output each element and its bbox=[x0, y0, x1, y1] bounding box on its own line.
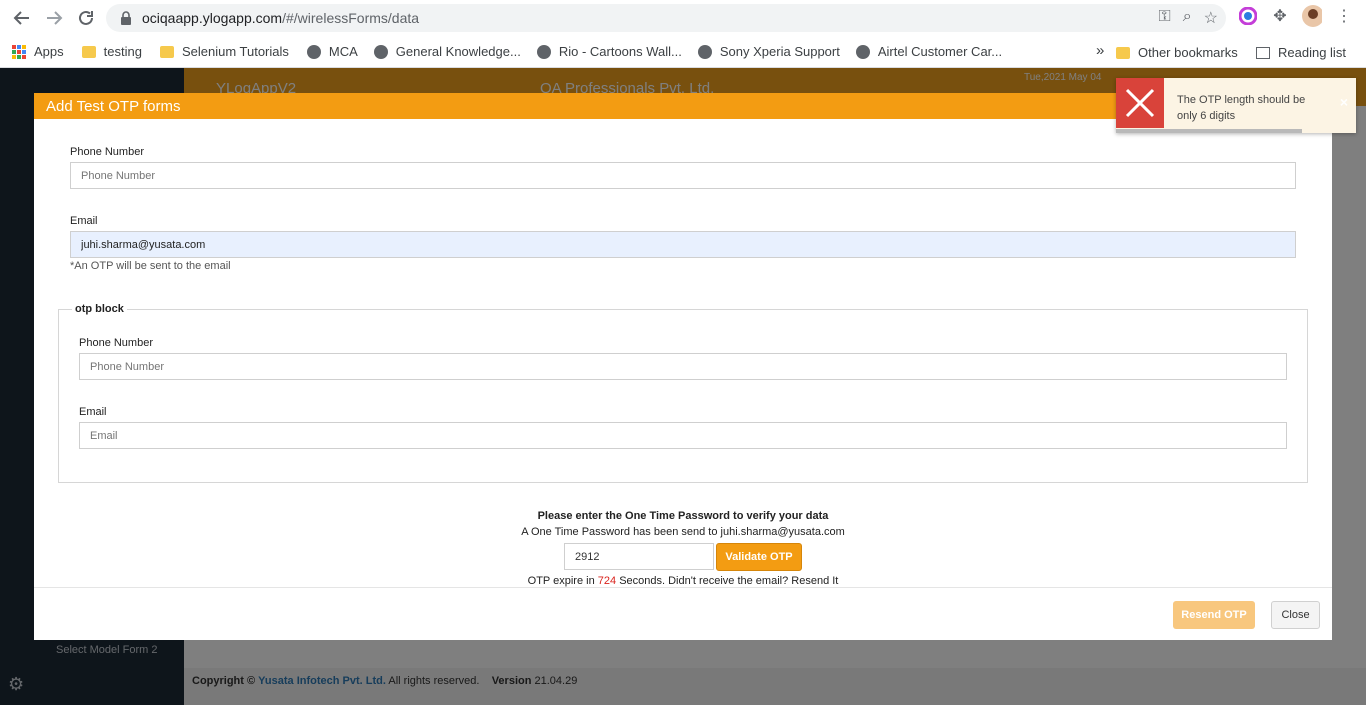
add-test-otp-modal: Add Test OTP forms Phone Number Email *A… bbox=[34, 93, 1332, 640]
more-bookmarks-icon[interactable]: » bbox=[1096, 42, 1104, 59]
globe-icon bbox=[536, 44, 551, 59]
reading-list[interactable]: Reading list bbox=[1256, 45, 1346, 60]
otp-expire-text: OTP expire in 724 Seconds. Didn't receiv… bbox=[34, 575, 1332, 587]
expire-suffix: Seconds. Didn't receive the email? Resen… bbox=[619, 575, 839, 587]
other-bookmarks-label: Other bookmarks bbox=[1138, 45, 1238, 60]
globe-icon bbox=[373, 44, 388, 59]
profile-avatar[interactable] bbox=[1302, 5, 1322, 27]
bookmark-general-knowledge[interactable]: General Knowledge... bbox=[373, 44, 521, 59]
email-note: *An OTP will be sent to the email bbox=[70, 260, 231, 272]
folder-icon bbox=[159, 45, 174, 58]
url-path: /#/wirelessForms/data bbox=[282, 10, 420, 26]
otp-block-legend: otp block bbox=[72, 303, 127, 315]
globe-icon bbox=[855, 44, 870, 59]
lock-icon bbox=[120, 11, 132, 25]
phone-number-input[interactable] bbox=[70, 162, 1296, 189]
otp-block-fieldset bbox=[58, 309, 1308, 483]
expire-prefix: OTP expire in bbox=[527, 575, 595, 587]
browser-toolbar: ociqaapp.ylogapp.com/#/wirelessForms/dat… bbox=[0, 0, 1366, 36]
zoom-icon[interactable]: ⌕ bbox=[1183, 8, 1192, 28]
verify-heading: Please enter the One Time Password to ve… bbox=[537, 510, 829, 522]
toast-progress-bar bbox=[1116, 129, 1302, 133]
bookmark-label: Airtel Customer Car... bbox=[877, 44, 1003, 59]
resend-otp-button[interactable]: Resend OTP bbox=[1173, 601, 1255, 629]
forward-icon[interactable] bbox=[38, 2, 70, 34]
otp-phone-input[interactable] bbox=[79, 353, 1287, 380]
bookmark-label: Sony Xperia Support bbox=[719, 44, 840, 59]
otp-email-label: Email bbox=[79, 406, 107, 418]
modal-footer: Resend OTP Close bbox=[34, 587, 1332, 640]
bookmark-selenium[interactable]: Selenium Tutorials bbox=[159, 44, 289, 59]
menu-icon[interactable]: ⋮ bbox=[1334, 6, 1354, 26]
bookmark-label: Rio - Cartoons Wall... bbox=[558, 44, 682, 59]
url-text: ociqaapp.ylogapp.com/#/wirelessForms/dat… bbox=[142, 10, 419, 26]
toast-close-icon[interactable]: × bbox=[1340, 94, 1348, 110]
url-host: ociqaapp.ylogapp.com bbox=[142, 10, 283, 26]
otp-phone-label: Phone Number bbox=[79, 337, 153, 349]
expire-seconds: 724 bbox=[597, 575, 617, 587]
bookmark-airtel[interactable]: Airtel Customer Car... bbox=[855, 44, 1003, 59]
bookmark-mca[interactable]: MCA bbox=[306, 44, 358, 59]
star-icon[interactable]: ☆ bbox=[1204, 8, 1218, 28]
bookmark-sony[interactable]: Sony Xperia Support bbox=[697, 44, 840, 59]
back-icon[interactable] bbox=[6, 2, 38, 34]
bookmark-testing[interactable]: testing bbox=[81, 44, 142, 59]
otp-code-input[interactable] bbox=[564, 543, 714, 570]
reload-icon[interactable] bbox=[70, 2, 102, 34]
globe-icon bbox=[697, 44, 712, 59]
bookmark-label: MCA bbox=[328, 44, 358, 59]
email-label: Email bbox=[70, 215, 98, 227]
email-input[interactable] bbox=[70, 231, 1296, 258]
reading-list-label: Reading list bbox=[1278, 45, 1346, 60]
error-toast: The OTP length should be only 6 digits × bbox=[1116, 78, 1356, 133]
globe-icon bbox=[306, 44, 321, 59]
other-bookmarks[interactable]: Other bookmarks bbox=[1116, 45, 1238, 60]
bookmark-label: General Knowledge... bbox=[395, 44, 521, 59]
reading-list-icon bbox=[1256, 46, 1270, 59]
color-extension-icon[interactable] bbox=[1238, 6, 1258, 26]
apps-grid-icon bbox=[12, 44, 26, 59]
folder-icon bbox=[81, 45, 96, 58]
address-bar[interactable]: ociqaapp.ylogapp.com/#/wirelessForms/dat… bbox=[106, 4, 1226, 32]
otp-sent-text: A One Time Password has been send to juh… bbox=[521, 526, 845, 538]
bookmark-apps[interactable]: Apps bbox=[12, 44, 64, 59]
bookmark-label: testing bbox=[103, 44, 142, 59]
bookmark-rio[interactable]: Rio - Cartoons Wall... bbox=[536, 44, 682, 59]
toast-message: The OTP length should be only 6 digits bbox=[1177, 94, 1306, 122]
close-button[interactable]: Close bbox=[1271, 601, 1320, 629]
error-x-icon bbox=[1116, 78, 1164, 128]
bookmark-label: Selenium Tutorials bbox=[181, 44, 289, 59]
validate-otp-button[interactable]: Validate OTP bbox=[716, 543, 802, 571]
folder-icon bbox=[1116, 46, 1130, 59]
phone-label: Phone Number bbox=[70, 146, 144, 158]
key-icon[interactable]: ⚿ bbox=[1159, 8, 1171, 28]
bookmark-label: Apps bbox=[34, 44, 64, 59]
otp-email-input[interactable] bbox=[79, 422, 1287, 449]
bookmarks-bar: Apps testing Selenium Tutorials MCA Gene… bbox=[0, 36, 1366, 68]
extensions-icon[interactable]: ✥ bbox=[1270, 6, 1290, 26]
